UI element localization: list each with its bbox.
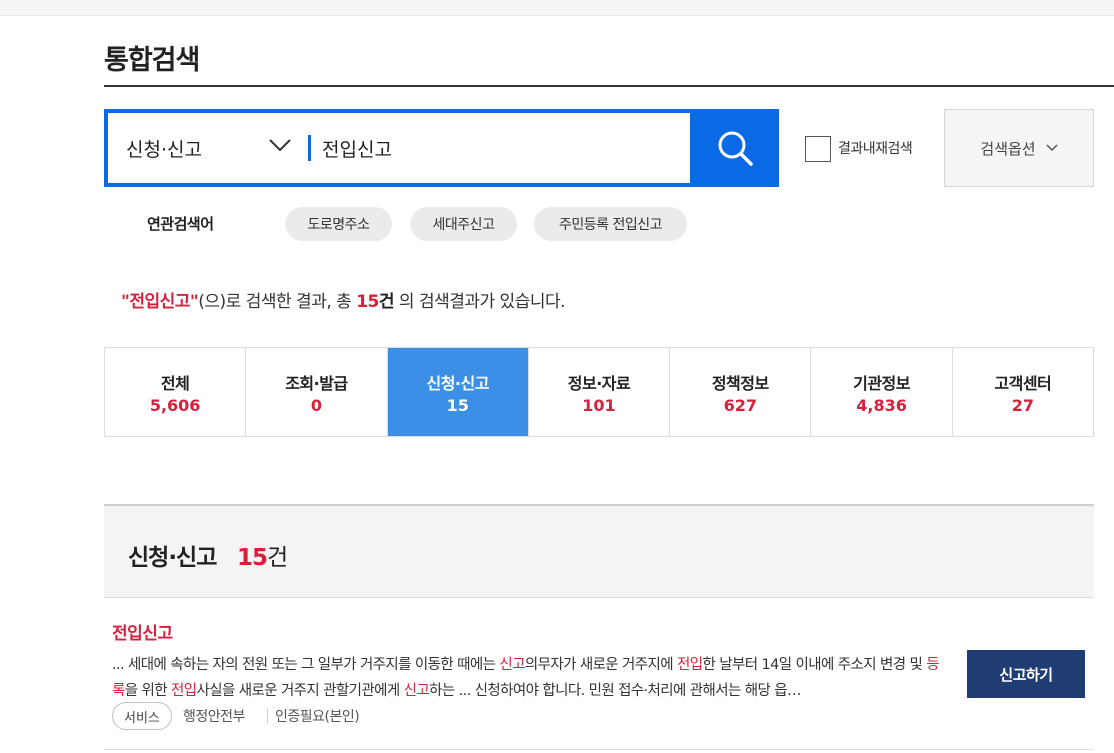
tab-label: 기관정보 bbox=[853, 373, 910, 393]
search-icon bbox=[718, 131, 753, 166]
related-chip[interactable]: 주민등록 전입신고 bbox=[534, 207, 687, 241]
result-divider bbox=[104, 749, 1094, 750]
search-options-button[interactable]: 검색옵션 bbox=[944, 109, 1094, 187]
related-chip[interactable]: 도로명주소 bbox=[285, 207, 392, 241]
desc-text: 의무자가 새로운 거주지에 bbox=[524, 657, 678, 673]
desc-text: 한 날부터 14일 이내에 주소지 변경 및 bbox=[702, 657, 927, 673]
search-options-label: 검색옵션 bbox=[980, 139, 1036, 158]
tab-label: 정책정보 bbox=[711, 373, 769, 393]
search-box: 신청·신고 bbox=[104, 109, 690, 187]
tab-customer-center[interactable]: 고객센터 27 bbox=[952, 348, 1093, 436]
summary-keyword: 전입신고 bbox=[129, 292, 190, 312]
section-count-unit: 건 bbox=[267, 545, 288, 571]
tab-count: 0 bbox=[310, 395, 322, 415]
result-auth-requirement: 인증필요(본인) bbox=[275, 709, 360, 725]
tab-count: 15 bbox=[446, 395, 469, 415]
related-search-label: 연관검색어 bbox=[147, 215, 214, 233]
tab-count: 5,606 bbox=[149, 395, 201, 415]
tab-label: 전체 bbox=[160, 373, 190, 393]
page-title: 통합검색 bbox=[104, 45, 200, 76]
desc-highlight: 신고 bbox=[499, 657, 525, 673]
desc-highlight: 전입 bbox=[677, 657, 703, 673]
section-title: 신청·신고 bbox=[128, 545, 217, 571]
tab-agency[interactable]: 기관정보 4,836 bbox=[811, 348, 953, 436]
result-agency: 행정안전부 bbox=[183, 709, 245, 725]
tab-count: 27 bbox=[1011, 395, 1034, 415]
desc-text: 을 위한 bbox=[124, 683, 171, 699]
result-summary: "전입신고"(으)로 검색한 결과, 총 15건 의 검색결과가 있습니다. bbox=[121, 287, 566, 312]
category-select-value: 신청·신고 bbox=[126, 138, 202, 161]
tab-info-data[interactable]: 정보·자료 101 bbox=[528, 348, 671, 436]
tab-label: 조회·발급 bbox=[285, 373, 348, 393]
tab-label: 고객센터 bbox=[994, 373, 1052, 393]
summary-count: 15 bbox=[356, 292, 379, 312]
title-divider bbox=[104, 85, 1114, 87]
desc-text: ... 세대에 속하는 자의 전원 또는 그 일부가 거주지를 이동한 때에는 bbox=[112, 657, 500, 673]
desc-text: 하는 ... 신청하여야 합니다. 민원 접수·처리에 관해서는 해당 읍… bbox=[429, 683, 801, 699]
input-caret-divider bbox=[308, 135, 311, 161]
tab-count: 627 bbox=[723, 395, 757, 415]
research-checkbox[interactable] bbox=[805, 136, 831, 162]
tab-label: 신청·신고 bbox=[426, 373, 489, 393]
desc-highlight: 전입 bbox=[171, 683, 197, 699]
category-tabs: 전체 5,606 조회·발급 0 신청·신고 15 정보·자료 101 정책정보… bbox=[104, 347, 1094, 437]
top-strip bbox=[0, 0, 1114, 16]
tab-all[interactable]: 전체 5,606 bbox=[105, 348, 247, 436]
summary-text: 의 검색결과가 있습니다. bbox=[394, 292, 566, 312]
chevron-down-icon bbox=[1046, 144, 1058, 152]
meta-divider bbox=[267, 709, 268, 723]
service-tag: 서비스 bbox=[112, 702, 172, 730]
research-checkbox-label: 결과내재검색 bbox=[838, 141, 913, 157]
result-title-link[interactable]: 전입신고 bbox=[112, 619, 173, 644]
section-count: 15건 bbox=[237, 538, 288, 572]
report-button[interactable]: 신고하기 bbox=[967, 650, 1085, 698]
tab-label: 정보·자료 bbox=[567, 373, 631, 393]
section-header: 신청·신고 15건 bbox=[104, 504, 1094, 598]
tab-count: 101 bbox=[582, 395, 616, 415]
desc-highlight: 신고 bbox=[403, 683, 430, 699]
result-description: ... 세대에 속하는 자의 전원 또는 그 일부가 거주지를 이동한 때에는 … bbox=[112, 652, 942, 704]
tab-count: 4,836 bbox=[856, 395, 907, 415]
search-button[interactable] bbox=[690, 109, 779, 187]
section-count-number: 15 bbox=[237, 545, 268, 571]
tab-policy[interactable]: 정책정보 627 bbox=[670, 348, 812, 436]
category-select[interactable]: 신청·신고 bbox=[126, 113, 296, 183]
related-chip[interactable]: 세대주신고 bbox=[410, 207, 517, 241]
search-input[interactable] bbox=[322, 127, 672, 169]
desc-text: 사실을 새로운 거주지 관할기관에게 bbox=[196, 683, 404, 699]
chevron-down-icon bbox=[269, 139, 291, 152]
tab-apply-report[interactable]: 신청·신고 15 bbox=[387, 348, 529, 436]
tab-inquiry-issue[interactable]: 조회·발급 0 bbox=[246, 348, 388, 436]
summary-unit: 건 bbox=[378, 292, 395, 312]
summary-text: (으)로 검색한 결과, 총 bbox=[198, 292, 357, 312]
